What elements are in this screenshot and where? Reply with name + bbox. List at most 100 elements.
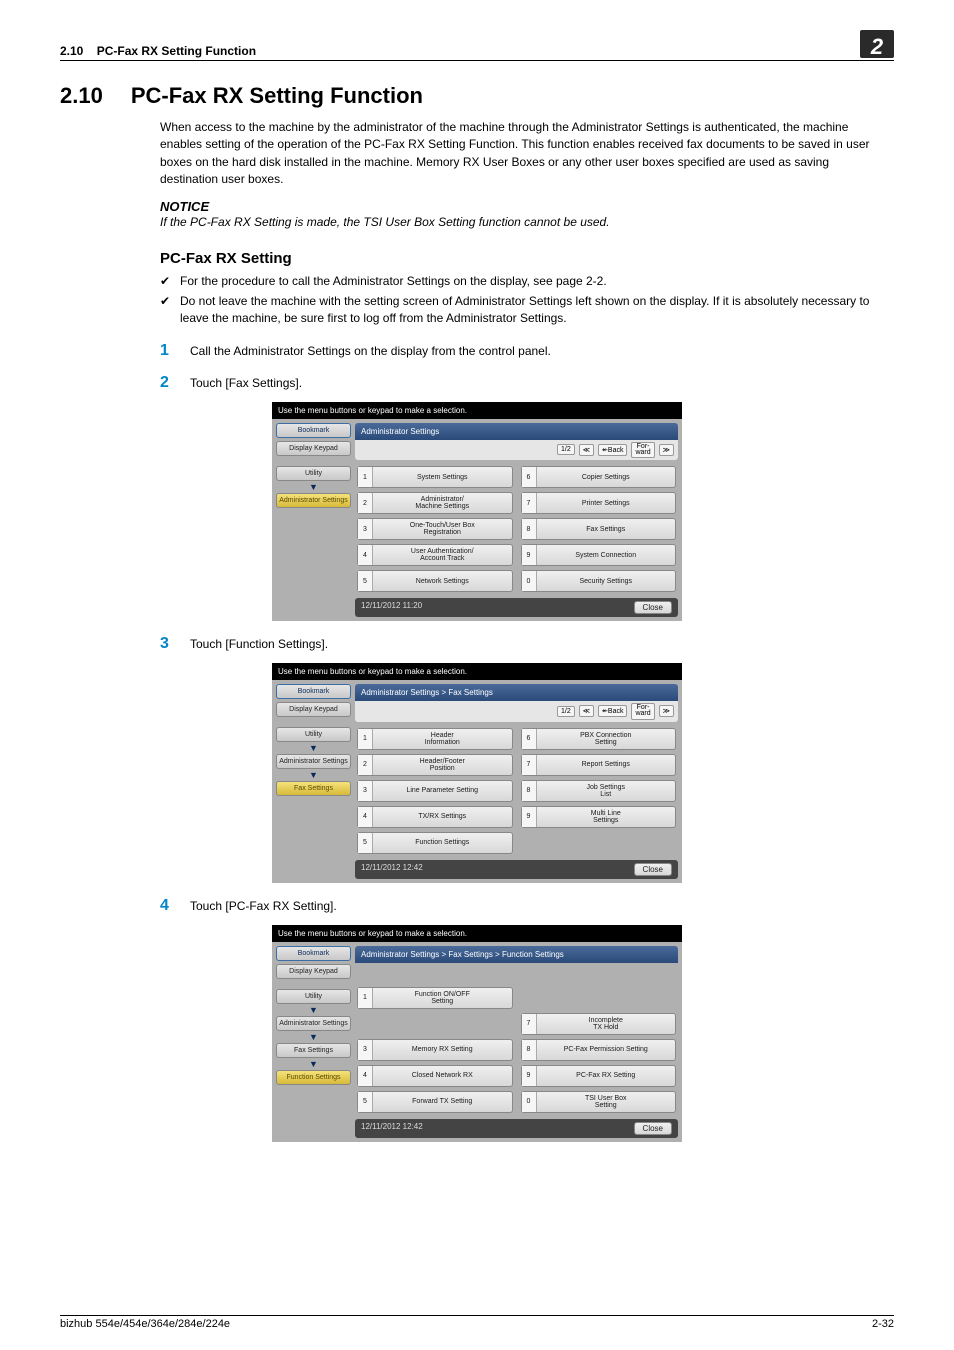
menu-item-button[interactable]: 3Memory RX Setting bbox=[357, 1039, 513, 1061]
tab-utility[interactable]: Utility bbox=[276, 989, 351, 1004]
menu-item-button[interactable]: 5Network Settings bbox=[357, 570, 513, 592]
menu-item-button[interactable]: 4TX/RX Settings bbox=[357, 806, 513, 828]
menu-item-number: 8 bbox=[522, 781, 537, 801]
step-text: Call the Administrator Settings on the d… bbox=[190, 344, 551, 358]
menu-item-button[interactable]: 1System Settings bbox=[357, 466, 513, 488]
tab-admin-settings[interactable]: Administrator Settings bbox=[276, 1016, 351, 1031]
pager-prev[interactable]: ≪ bbox=[579, 705, 594, 717]
check-icon: ✔ bbox=[160, 293, 180, 328]
tab-utility[interactable]: Utility bbox=[276, 727, 351, 742]
menu-item-label: User Authentication/ Account Track bbox=[373, 548, 512, 562]
step-row: 1 Call the Administrator Settings on the… bbox=[160, 342, 894, 360]
chapter-badge: 2 bbox=[860, 30, 894, 58]
menu-item-label: Administrator/ Machine Settings bbox=[373, 496, 512, 510]
procedure-heading: PC-Fax RX Setting bbox=[160, 250, 894, 267]
footer-page: 2-32 bbox=[872, 1318, 894, 1330]
menu-item-label: Header/Footer Position bbox=[373, 758, 512, 772]
forward-button[interactable]: For- ward bbox=[631, 703, 654, 720]
timestamp: 12/11/2012 11:20 bbox=[361, 601, 422, 614]
timestamp: 12/11/2012 12:42 bbox=[361, 1122, 423, 1135]
notice-body: If the PC-Fax RX Setting is made, the TS… bbox=[160, 214, 894, 231]
menu-item-button[interactable]: 7Report Settings bbox=[521, 754, 677, 776]
notice-label: NOTICE bbox=[160, 199, 894, 214]
tab-fax-settings[interactable]: Fax Settings bbox=[276, 1043, 351, 1058]
tab-display-keypad[interactable]: Display Keypad bbox=[276, 964, 351, 979]
menu-item-button[interactable]: 7Printer Settings bbox=[521, 492, 677, 514]
menu-item-label: Report Settings bbox=[537, 761, 676, 768]
chevron-down-icon: ▼ bbox=[276, 772, 351, 778]
menu-item-button[interactable]: 2Header/Footer Position bbox=[357, 754, 513, 776]
menu-item-button[interactable]: 9Multi Line Settings bbox=[521, 806, 677, 828]
menu-item-button[interactable]: 1Header Information bbox=[357, 728, 513, 750]
menu-item-number: 0 bbox=[522, 571, 537, 591]
menu-item-number: 7 bbox=[522, 493, 537, 513]
menu-item-button[interactable]: 5Forward TX Setting bbox=[357, 1091, 513, 1113]
pager-next[interactable]: ≫ bbox=[659, 444, 674, 456]
pager-next[interactable]: ≫ bbox=[659, 705, 674, 717]
menu-item-label: Multi Line Settings bbox=[537, 810, 676, 824]
tab-bookmark[interactable]: Bookmark bbox=[276, 684, 351, 699]
menu-item-number: 1 bbox=[358, 729, 373, 749]
menu-item-label: Job Settings List bbox=[537, 784, 676, 798]
prereq-list: ✔ For the procedure to call the Administ… bbox=[160, 273, 894, 327]
menu-item-button[interactable]: 6PBX Connection Setting bbox=[521, 728, 677, 750]
page-indicator: 1/2 bbox=[557, 706, 575, 717]
tab-display-keypad[interactable]: Display Keypad bbox=[276, 702, 351, 717]
step-row: 3 Touch [Function Settings]. bbox=[160, 635, 894, 653]
close-button[interactable]: Close bbox=[634, 601, 672, 614]
menu-item-button[interactable]: 0Security Settings bbox=[521, 570, 677, 592]
timestamp: 12/11/2012 12:42 bbox=[361, 863, 423, 876]
menu-item-label: Function Settings bbox=[373, 839, 512, 846]
pager-prev[interactable]: ≪ bbox=[579, 444, 594, 456]
menu-item-button[interactable]: 1Function ON/OFF Setting bbox=[357, 987, 513, 1009]
menu-item-button[interactable]: 2Administrator/ Machine Settings bbox=[357, 492, 513, 514]
menu-item-label: TX/RX Settings bbox=[373, 813, 512, 820]
menu-item-button[interactable]: 3Line Parameter Setting bbox=[357, 780, 513, 802]
step-text: Touch [PC-Fax RX Setting]. bbox=[190, 899, 337, 913]
menu-item-button[interactable]: 8Fax Settings bbox=[521, 518, 677, 540]
footer-model: bizhub 554e/454e/364e/284e/224e bbox=[60, 1318, 230, 1330]
tab-admin-settings[interactable]: Administrator Settings bbox=[276, 754, 351, 769]
menu-item-label: Copier Settings bbox=[537, 474, 676, 481]
menu-item-button[interactable]: 0TSI User Box Setting bbox=[521, 1091, 677, 1113]
tab-bookmark[interactable]: Bookmark bbox=[276, 423, 351, 438]
tab-utility[interactable]: Utility bbox=[276, 466, 351, 481]
close-button[interactable]: Close bbox=[634, 1122, 672, 1135]
menu-item-number: 8 bbox=[522, 1040, 537, 1060]
menu-item-button[interactable]: 6Copier Settings bbox=[521, 466, 677, 488]
menu-item-button[interactable]: 4Closed Network RX bbox=[357, 1065, 513, 1087]
menu-item-label: System Connection bbox=[537, 552, 676, 559]
menu-item-button[interactable]: 4User Authentication/ Account Track bbox=[357, 544, 513, 566]
pager-row: 1/2 ≪ ↞Back For- ward ≫ bbox=[355, 701, 678, 722]
menu-item-button[interactable]: 5Function Settings bbox=[357, 832, 513, 854]
step-number: 2 bbox=[160, 374, 190, 392]
tab-bookmark[interactable]: Bookmark bbox=[276, 946, 351, 961]
menu-item-label: Line Parameter Setting bbox=[373, 787, 512, 794]
back-button[interactable]: ↞Back bbox=[598, 705, 627, 717]
tab-admin-settings[interactable]: Administrator Settings bbox=[276, 493, 351, 508]
menu-item-label: Memory RX Setting bbox=[373, 1046, 512, 1053]
tab-display-keypad[interactable]: Display Keypad bbox=[276, 441, 351, 456]
tab-function-settings[interactable]: Function Settings bbox=[276, 1070, 351, 1085]
tab-fax-settings[interactable]: Fax Settings bbox=[276, 781, 351, 796]
chevron-down-icon: ▼ bbox=[276, 745, 351, 751]
step-row: 4 Touch [PC-Fax RX Setting]. bbox=[160, 897, 894, 915]
menu-item-button[interactable]: 8PC-Fax Permission Setting bbox=[521, 1039, 677, 1061]
menu-item-button[interactable]: 7Incomplete TX Hold bbox=[521, 1013, 677, 1035]
close-button[interactable]: Close bbox=[634, 863, 672, 876]
menu-item-label: PC-Fax Permission Setting bbox=[537, 1046, 676, 1053]
menu-item-label: Header Information bbox=[373, 732, 512, 746]
menu-item-number: 3 bbox=[358, 1040, 373, 1060]
menu-item-label: System Settings bbox=[373, 474, 512, 481]
back-button[interactable]: ↞Back bbox=[598, 444, 627, 456]
menu-item-label: TSI User Box Setting bbox=[537, 1095, 676, 1109]
menu-item-number: 8 bbox=[522, 519, 537, 539]
menu-item-button[interactable]: 8Job Settings List bbox=[521, 780, 677, 802]
menu-item-button[interactable]: 3One-Touch/User Box Registration bbox=[357, 518, 513, 540]
menu-item-number: 5 bbox=[358, 571, 373, 591]
forward-button[interactable]: For- ward bbox=[631, 442, 654, 459]
step-text: Touch [Fax Settings]. bbox=[190, 376, 302, 390]
menu-item-button[interactable]: 9System Connection bbox=[521, 544, 677, 566]
menu-item-button[interactable]: 9PC-Fax RX Setting bbox=[521, 1065, 677, 1087]
running-header: 2.10 PC-Fax RX Setting Function bbox=[60, 44, 256, 58]
